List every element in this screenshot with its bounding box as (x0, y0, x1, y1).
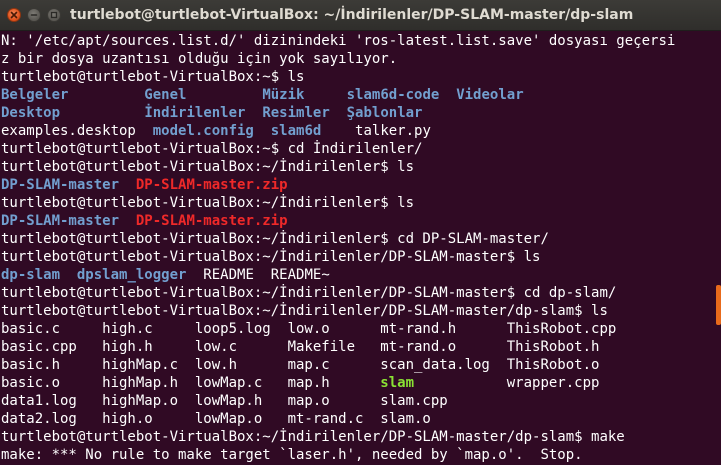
terminal-file-directory: slam6d (270, 123, 322, 139)
terminal-line: basic.cpp high.h low.c Makefile mt-rand.… (1, 338, 721, 356)
terminal-file-executable: slam (380, 375, 415, 391)
terminal-line: dp-slam dpslam_logger README README~ (1, 266, 721, 284)
terminal-text: turtlebot@turtlebot-VirtualBox:~/İndiril… (1, 159, 415, 175)
minimize-window-button[interactable] (27, 8, 41, 22)
terminal-file-archive: DP-SLAM-master.zip (135, 177, 288, 193)
terminal-line: turtlebot@turtlebot-VirtualBox:~$ ls (1, 68, 721, 86)
terminal-text: talker.py (321, 123, 431, 139)
terminal-line: turtlebot@turtlebot-VirtualBox:~$ cd İnd… (1, 140, 721, 158)
maximize-window-button[interactable] (47, 8, 61, 22)
terminal-file-directory: Belgeler (1, 87, 69, 103)
terminal-line: turtlebot@turtlebot-VirtualBox:~/İndiril… (1, 158, 721, 176)
terminal-line: DP-SLAM-master DP-SLAM-master.zip (1, 176, 721, 194)
terminal-file-directory: DP-SLAM-master (1, 213, 120, 229)
terminal-output[interactable]: N: '/etc/apt/sources.list.d/' dizinindek… (1, 32, 721, 465)
terminal-text: N: '/etc/apt/sources.list.d/' dizinindek… (1, 33, 676, 49)
terminal-file-archive: DP-SLAM-master.zip (135, 213, 288, 229)
maximize-icon (50, 11, 58, 19)
terminal-line: make: *** No rule to make target `laser.… (1, 446, 721, 464)
terminal-text: data1.log highMap.o lowMap.h map.o slam.… (1, 393, 448, 409)
terminal-line: Belgeler Genel Müzik slam6d-code Videola… (1, 86, 721, 104)
terminal-line: turtlebot@turtlebot-VirtualBox:~/İndiril… (1, 428, 721, 446)
window-title: turtlebot@turtlebot-VirtualBox: ~/İndiri… (70, 7, 634, 23)
terminal-file-directory: slam6d-code (346, 87, 440, 103)
scrollbar-thumb[interactable] (716, 285, 721, 325)
terminal-file-directory: İndirilenler (144, 105, 246, 121)
terminal-file-directory: Desktop (1, 105, 61, 121)
terminal-file-directory: dp-slam (1, 267, 61, 283)
terminal-file-directory: Şablonlar (346, 105, 423, 121)
terminal-file-directory: Genel (144, 87, 187, 103)
terminal-text: turtlebot@turtlebot-VirtualBox:~/İndiril… (1, 303, 608, 319)
terminal-text: examples.desktop (1, 123, 153, 139)
terminal-text: wrapper.cpp (414, 375, 600, 391)
close-icon (10, 11, 18, 19)
terminal-line: Desktop İndirilenler Resimler Şablonlar (1, 104, 721, 122)
terminal-line: turtlebot@turtlebot-VirtualBox:~/İndiril… (1, 284, 721, 302)
terminal-line: basic.h highMap.c low.h map.c scan_data.… (1, 356, 721, 374)
terminal-text: basic.h highMap.c low.h map.c scan_data.… (1, 357, 600, 373)
terminal-file-directory: model.config (152, 123, 254, 139)
terminal-file-directory: Videolar (456, 87, 524, 103)
terminal-text: turtlebot@turtlebot-VirtualBox:~/İndiril… (1, 249, 541, 265)
minimize-icon (30, 14, 38, 16)
terminal-line: turtlebot@turtlebot-VirtualBox:~/İndiril… (1, 302, 721, 320)
terminal-text: turtlebot@turtlebot-VirtualBox:~/İndiril… (1, 285, 617, 301)
terminal-text: turtlebot@turtlebot-VirtualBox:~$ cd İnd… (1, 141, 423, 157)
terminal-text: turtlebot@turtlebot-VirtualBox:~$ ls (1, 69, 305, 85)
terminal-line: DP-SLAM-master DP-SLAM-master.zip (1, 212, 721, 230)
terminal-text: z bir dosya uzantısı olduğu için yok say… (1, 51, 398, 67)
terminal-text: turtlebot@turtlebot-VirtualBox:~/İndiril… (1, 429, 625, 445)
terminal-line: z bir dosya uzantısı olduğu için yok say… (1, 50, 721, 68)
terminal-line: turtlebot@turtlebot-VirtualBox:~/İndiril… (1, 248, 721, 266)
terminal-line: basic.c high.c loop5.log low.o mt-rand.h… (1, 320, 721, 338)
terminal-text: basic.cpp high.h low.c Makefile mt-rand.… (1, 339, 600, 355)
terminal-line: data1.log highMap.o lowMap.h map.o slam.… (1, 392, 721, 410)
terminal-line: turtlebot@turtlebot-VirtualBox:~/İndiril… (1, 230, 721, 248)
terminal-file-directory: Resimler (262, 105, 330, 121)
terminal-line: basic.o highMap.h lowMap.c map.h slam wr… (1, 374, 721, 392)
window-titlebar: turtlebot@turtlebot-VirtualBox: ~/İndiri… (0, 0, 721, 31)
terminal-line: data2.log high.o lowMap.o mt-rand.c slam… (1, 410, 721, 428)
terminal-text: turtlebot@turtlebot-VirtualBox:~/İndiril… (1, 231, 549, 247)
terminal-line: examples.desktop model.config slam6d tal… (1, 122, 721, 140)
terminal-text: data2.log high.o lowMap.o mt-rand.c slam… (1, 411, 431, 427)
terminal-text: make: *** No rule to make target `laser.… (1, 447, 583, 463)
terminal-text: README README~ (186, 267, 330, 283)
terminal-line: N: '/etc/apt/sources.list.d/' dizinindek… (1, 32, 721, 50)
terminal-file-directory: dpslam_logger (76, 267, 187, 283)
terminal-file-directory: DP-SLAM-master (1, 177, 120, 193)
terminal-line: turtlebot@turtlebot-VirtualBox:~/İndiril… (1, 194, 721, 212)
terminal-text: basic.c high.c loop5.log low.o mt-rand.h… (1, 321, 617, 337)
terminal-file-directory: Müzik (262, 87, 305, 103)
terminal-text: basic.o highMap.h lowMap.c map.h (1, 375, 381, 391)
terminal-text: turtlebot@turtlebot-VirtualBox:~/İndiril… (1, 195, 415, 211)
close-window-button[interactable] (7, 8, 21, 22)
